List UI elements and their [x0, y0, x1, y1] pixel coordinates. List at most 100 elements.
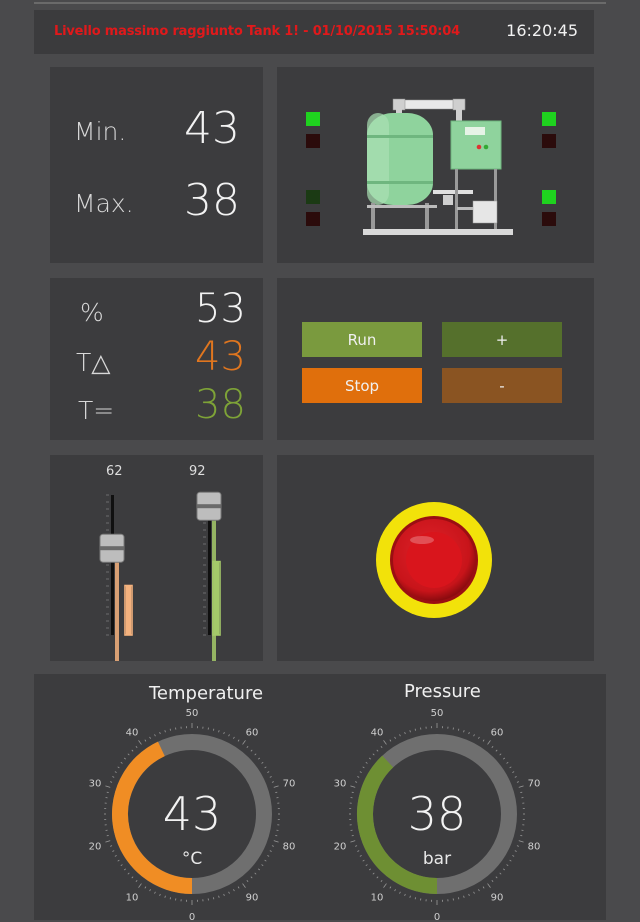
gauge-tick [373, 754, 374, 755]
gauge-tick [474, 734, 475, 736]
gauge-tick [219, 730, 220, 732]
gauge-tick-label: 60 [246, 727, 259, 738]
gauge-tick-label: 70 [283, 778, 296, 789]
gauge-tick [390, 887, 391, 889]
gauge-tick [112, 777, 114, 778]
gauge-tick-label: 70 [528, 778, 541, 789]
tank-panel [277, 67, 594, 263]
gauge-tick [405, 894, 406, 896]
levels-panel: Min. 43 Max. 38 [50, 67, 263, 263]
gauge-tick [410, 730, 411, 732]
gauge-tick [124, 869, 126, 870]
max-value: 38 [184, 175, 240, 226]
emergency-stop-button[interactable] [374, 500, 494, 620]
clock: 16:20:45 [506, 21, 578, 40]
plus-button[interactable]: + [442, 322, 562, 357]
gauge-tick [274, 786, 279, 788]
gauge-tick [165, 730, 166, 732]
slider-bar [126, 586, 131, 635]
gauge-tick [265, 767, 267, 768]
gauge-tick [488, 884, 491, 888]
sliders-panel: 62 92 [50, 455, 263, 661]
gauge-tick [390, 740, 391, 742]
gauge-tick [128, 754, 129, 755]
gauge-tick [366, 865, 368, 866]
gauge-tick [492, 746, 493, 748]
slider-thumb[interactable] [100, 534, 124, 562]
run-button[interactable]: Run [302, 322, 422, 357]
gauge-tick [474, 892, 475, 894]
gauge-tick [267, 855, 269, 856]
gauge-tick [400, 734, 401, 736]
gauge-tick [512, 772, 514, 773]
pressure-title: Pressure [404, 681, 481, 702]
gauge-tick [384, 884, 387, 888]
gauge-tick [139, 884, 142, 888]
gauge-tick-label: 40 [126, 727, 139, 738]
gauge-tick [464, 896, 465, 898]
gauge-tick [233, 889, 234, 891]
temperature-gauge: 010203040506070809043°C [72, 702, 312, 922]
slider-thumb[interactable] [197, 492, 221, 520]
gauge-tick [464, 730, 465, 732]
controls-panel: Run + Stop - [277, 278, 594, 440]
status-led [542, 134, 556, 148]
gauge-tick [118, 767, 120, 768]
status-led [542, 112, 556, 126]
gauge-tick [381, 880, 382, 882]
gauge-tick [229, 892, 230, 894]
gauge-tick [121, 762, 123, 763]
status-led [306, 190, 320, 204]
tequal-value: 38 [195, 382, 246, 428]
tank-icon [363, 95, 523, 245]
minus-button[interactable]: - [442, 368, 562, 403]
sliders [50, 455, 263, 661]
gauge-tick [255, 754, 256, 755]
gauge-tick [496, 877, 497, 878]
gauge-tick-label: 80 [528, 842, 541, 853]
gauge-tick [519, 841, 524, 843]
gauge-tick [238, 740, 239, 742]
gauge-tick [132, 750, 133, 751]
gauge-tick [381, 746, 382, 748]
gauges-panel: Temperature Pressure 0102030405060708090… [34, 674, 606, 920]
gauge-tick [377, 750, 378, 751]
gauge-tick [478, 889, 479, 891]
gauge-tick [115, 772, 117, 773]
gauge-tick-label: 90 [491, 893, 504, 904]
gauge-tick [224, 732, 225, 734]
status-led [306, 134, 320, 148]
gauge-tick [270, 851, 272, 852]
gauge-tick [251, 750, 252, 751]
gauge-tick [405, 732, 406, 734]
gauge-tick-label: 80 [283, 842, 296, 853]
gauge-tick [112, 851, 114, 852]
gauge-tick [500, 754, 501, 755]
gauge-tick [350, 786, 355, 788]
slider-track [111, 495, 114, 635]
stop-button[interactable]: Stop [302, 368, 422, 403]
gauge-tick [255, 873, 256, 874]
gauge-tick [469, 732, 470, 734]
gauge-tick [124, 758, 126, 759]
gauge-tick [219, 896, 220, 898]
gauge-tick [265, 860, 267, 861]
gauge-tick [160, 732, 161, 734]
gauge-tick [118, 860, 120, 861]
gauge-unit: °C [182, 849, 202, 869]
gauge-tick-label: 30 [89, 778, 102, 789]
gauge-tick-label: 10 [126, 893, 139, 904]
gauge-tick [366, 762, 368, 763]
min-label: Min. [74, 117, 126, 146]
gauge-tick-label: 40 [371, 727, 384, 738]
top-divider [34, 2, 606, 4]
slider-fill [115, 548, 119, 661]
gauge-tick [469, 894, 470, 896]
gauge-value: 38 [408, 787, 467, 841]
max-label: Max. [74, 189, 134, 218]
gauge-tick [517, 782, 519, 783]
gauge-tick [132, 877, 133, 878]
gauge-tick-label: 30 [334, 778, 347, 789]
gauge-tick [488, 740, 491, 744]
gauge-tick [247, 880, 248, 882]
